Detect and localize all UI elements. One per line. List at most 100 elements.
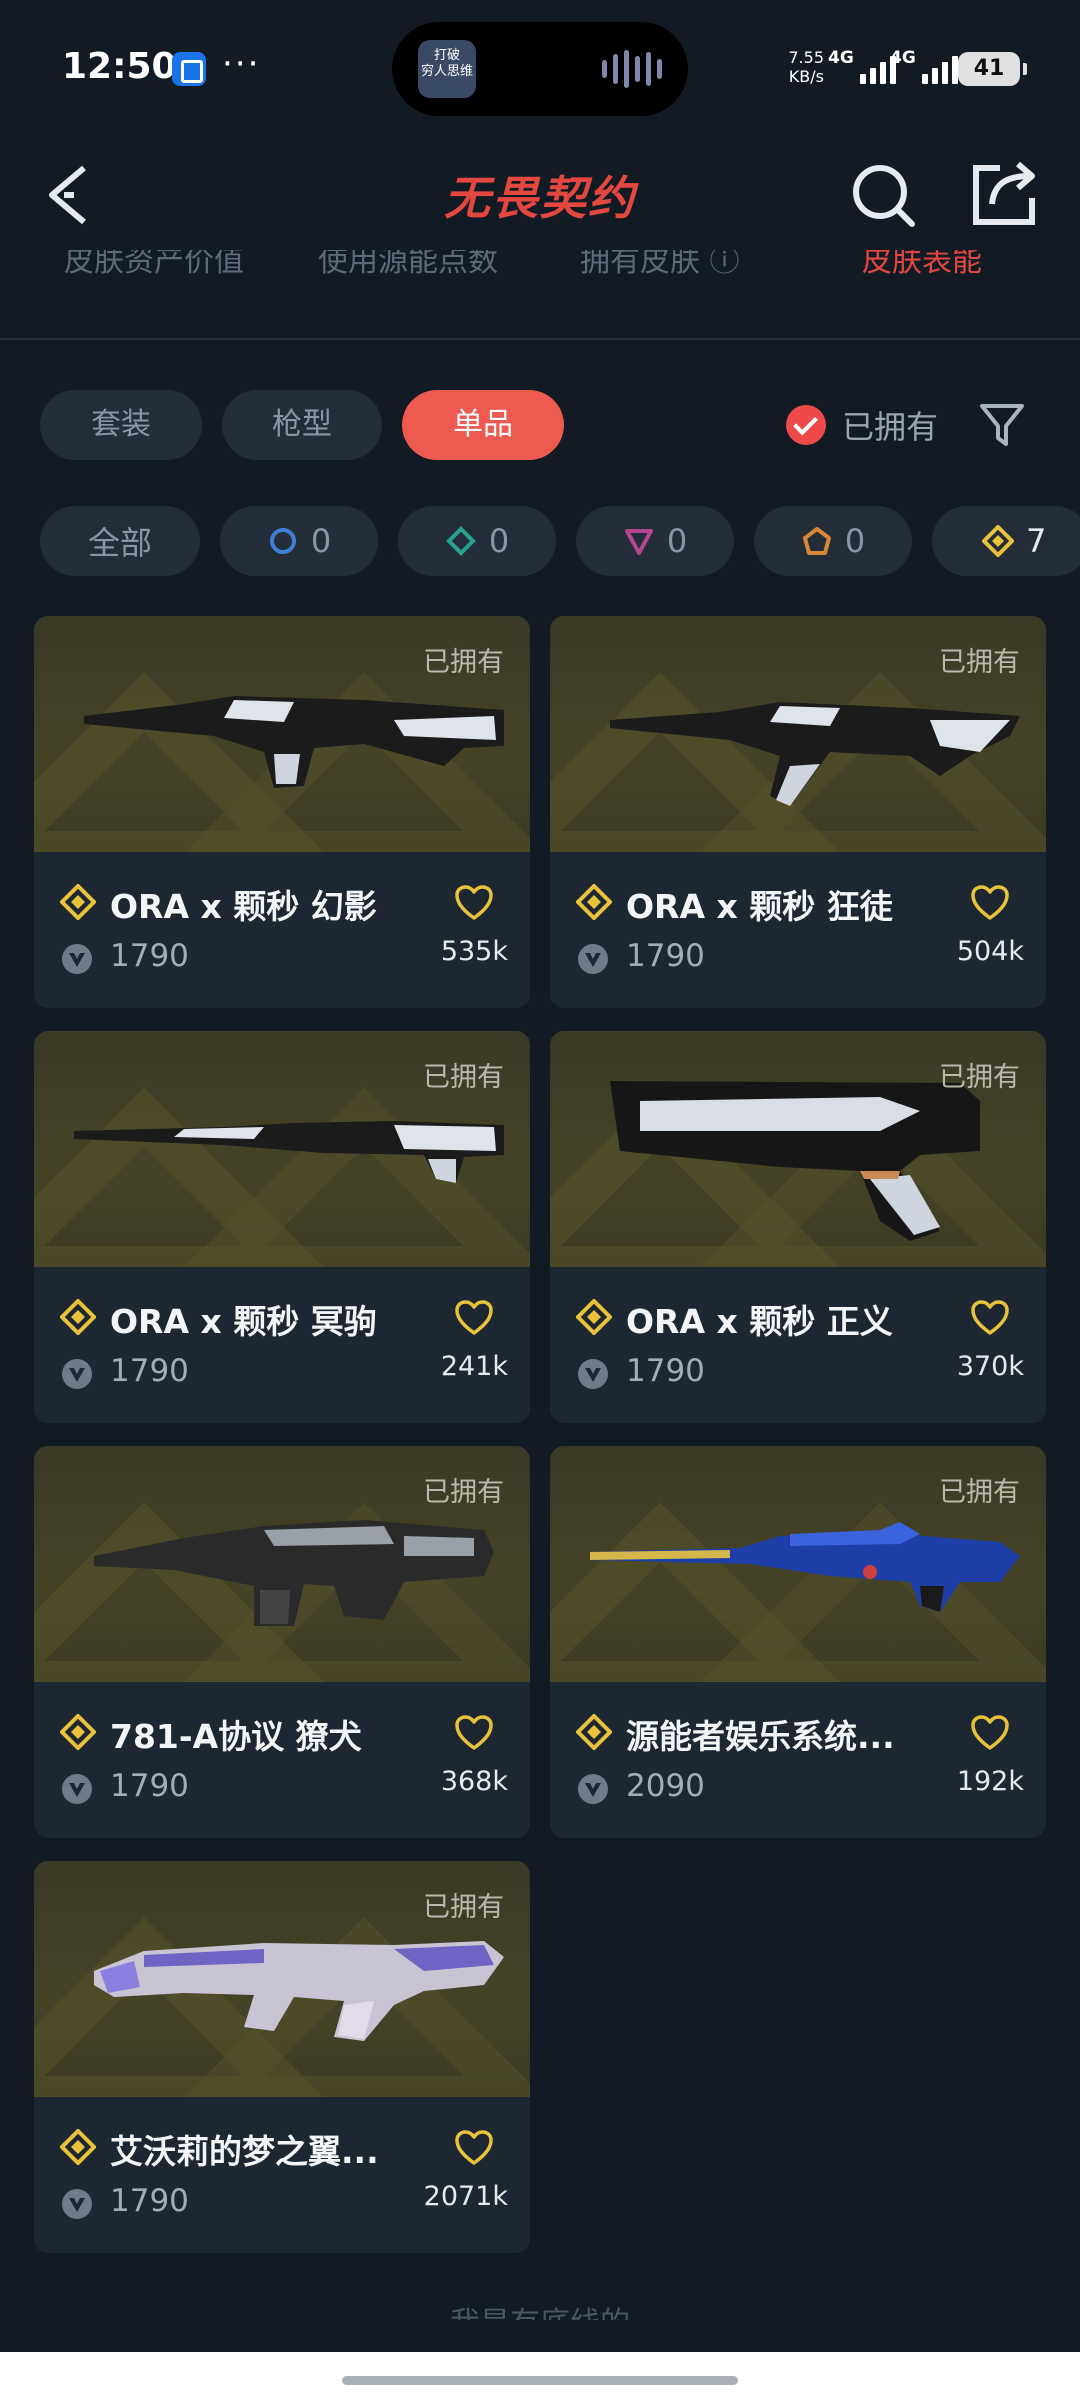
heart-icon[interactable]	[970, 1299, 1010, 1337]
filter-weapon-type[interactable]: 枪型	[222, 390, 382, 460]
filter-bundle[interactable]: 套装	[40, 390, 202, 460]
valorant-points-icon	[62, 1359, 92, 1389]
end-of-list-text: 我是有底线的	[0, 2298, 1080, 2320]
like-count: 192k	[956, 1766, 1024, 1797]
like-count: 2071k	[423, 2181, 508, 2212]
share-icon[interactable]	[970, 160, 1038, 228]
tier-ultra[interactable]: 7	[932, 506, 1080, 576]
owned-badge: 已拥有	[939, 1477, 1020, 1508]
signal-sim1-icon: 4G	[828, 48, 896, 84]
app-logo: 无畏契约	[444, 171, 636, 225]
like-count: 535k	[440, 936, 508, 967]
exclusive-tier-icon	[802, 527, 831, 555]
network-speed: 7.55 KB/s	[788, 48, 824, 86]
skin-image: 已拥有	[550, 616, 1046, 852]
home-indicator[interactable]	[342, 2376, 738, 2385]
skin-name: ORA x 颗秒 冥驹	[110, 1302, 377, 1341]
dynamic-island[interactable]: 打破 穷人思维	[392, 22, 688, 116]
skin-card[interactable]: 已拥有 ORA x 颗秒 正义 1790 370k	[550, 1031, 1046, 1423]
notification-app-icon	[172, 52, 206, 86]
owned-badge: 已拥有	[423, 1062, 504, 1093]
tier-premium-count: 0	[666, 522, 688, 560]
tier-filter-row: 全部 0 0 0 0 7	[0, 506, 1080, 576]
skin-name: 源能者娱乐系统...	[626, 1717, 895, 1756]
weapon-skin-image	[94, 1520, 494, 1626]
app-header: 无畏契约	[0, 140, 1080, 250]
tab-vp-used[interactable]: 使用源能点数	[318, 250, 498, 280]
weapon-skin-image	[610, 702, 1020, 806]
heart-icon[interactable]	[454, 2129, 494, 2167]
tab-owned-skins[interactable]: 拥有皮肤 ⓘ	[580, 250, 740, 280]
tab-asset-value[interactable]: 皮肤资产价值	[64, 250, 244, 280]
skin-image: 已拥有	[550, 1446, 1046, 1682]
skin-price: 1790	[110, 938, 189, 974]
tier-all-label: 全部	[87, 524, 152, 562]
filter-single-item[interactable]: 单品	[402, 390, 564, 460]
valorant-points-icon	[578, 944, 608, 974]
tier-select-count: 0	[310, 522, 332, 560]
skin-card[interactable]: 已拥有 ORA x 颗秒 冥驹 1790 241k	[34, 1031, 530, 1423]
like-count: 368k	[440, 1766, 508, 1797]
heart-icon[interactable]	[970, 884, 1010, 922]
valorant-points-icon	[62, 1774, 92, 1804]
ultra-tier-icon	[576, 884, 612, 920]
valorant-points-icon	[62, 944, 92, 974]
status-bar: 12:50 ··· 打破 穷人思维 7.55 KB/s 4G 4G 41	[0, 0, 1080, 130]
owned-badge: 已拥有	[939, 1062, 1020, 1093]
owned-filter-toggle[interactable]: 已拥有	[786, 402, 938, 448]
like-count: 370k	[956, 1351, 1024, 1382]
owned-badge: 已拥有	[939, 647, 1020, 678]
ultra-tier-icon	[60, 884, 96, 920]
heart-icon[interactable]	[454, 1714, 494, 1752]
skin-card[interactable]: 已拥有 ORA x 颗秒 狂徒 1790 504k	[550, 616, 1046, 1008]
tier-deluxe[interactable]: 0	[398, 506, 556, 576]
ultra-tier-icon	[60, 1714, 96, 1750]
skin-price: 2090	[626, 1768, 705, 1804]
audio-wave-icon	[602, 50, 662, 88]
skin-card[interactable]: 已拥有 源能者娱乐系统... 2090 192k	[550, 1446, 1046, 1838]
heart-icon[interactable]	[454, 884, 494, 922]
media-thumbnail: 打破 穷人思维	[418, 40, 476, 98]
skin-image: 已拥有	[550, 1031, 1046, 1267]
weapon-skin-image	[84, 696, 504, 788]
like-count: 504k	[956, 936, 1024, 967]
valorant-points-icon	[578, 1774, 608, 1804]
skin-card[interactable]: 已拥有 艾沃莉的梦之翼... 1790 2071k	[34, 1861, 530, 2253]
clock: 12:50	[62, 46, 177, 87]
like-count: 241k	[440, 1351, 508, 1382]
tier-exclusive[interactable]: 0	[754, 506, 912, 576]
skin-image: 已拥有	[34, 1031, 530, 1267]
skin-name: ORA x 颗秒 幻影	[110, 887, 377, 926]
skin-price: 1790	[110, 1768, 189, 1804]
owned-badge: 已拥有	[423, 1477, 504, 1508]
skin-card[interactable]: 已拥有 781-A协议 獠犬 1790 368k	[34, 1446, 530, 1838]
skin-name: 781-A协议 獠犬	[110, 1717, 362, 1756]
tier-exclusive-count: 0	[844, 522, 866, 560]
tier-premium[interactable]: 0	[576, 506, 734, 576]
valorant-points-icon	[62, 2189, 92, 2219]
tab-skin-showcase[interactable]: 皮肤表能	[862, 250, 982, 280]
search-icon[interactable]	[850, 162, 916, 228]
heart-icon[interactable]	[454, 1299, 494, 1337]
skin-name: 艾沃莉的梦之翼...	[110, 2132, 379, 2171]
tier-select[interactable]: 0	[220, 506, 378, 576]
heart-icon[interactable]	[970, 1714, 1010, 1752]
skin-price: 1790	[626, 1353, 705, 1389]
skin-image: 已拥有	[34, 1861, 530, 2097]
skin-card[interactable]: 已拥有 ORA x 颗秒 幻影 1790 535k	[34, 616, 530, 1008]
back-icon[interactable]	[44, 160, 104, 230]
section-tabs: 皮肤资产价值 使用源能点数 拥有皮肤 ⓘ 皮肤表能	[0, 250, 1080, 340]
tier-ultra-count: 7	[1026, 522, 1047, 560]
ultra-tier-icon	[982, 525, 1014, 557]
premium-tier-icon	[624, 529, 653, 555]
valorant-points-icon	[578, 1359, 608, 1389]
owned-filter-label: 已拥有	[842, 408, 939, 446]
weapon-skin-image	[590, 1522, 1020, 1612]
more-notifications-icon: ···	[222, 44, 261, 84]
ultra-tier-icon	[576, 1299, 612, 1335]
signal-sim2-icon: 4G	[890, 48, 958, 84]
filter-funnel-icon[interactable]	[978, 400, 1026, 448]
skin-price: 1790	[110, 2183, 189, 2219]
skin-name: ORA x 颗秒 狂徒	[626, 887, 893, 926]
tier-all[interactable]: 全部	[40, 506, 200, 576]
